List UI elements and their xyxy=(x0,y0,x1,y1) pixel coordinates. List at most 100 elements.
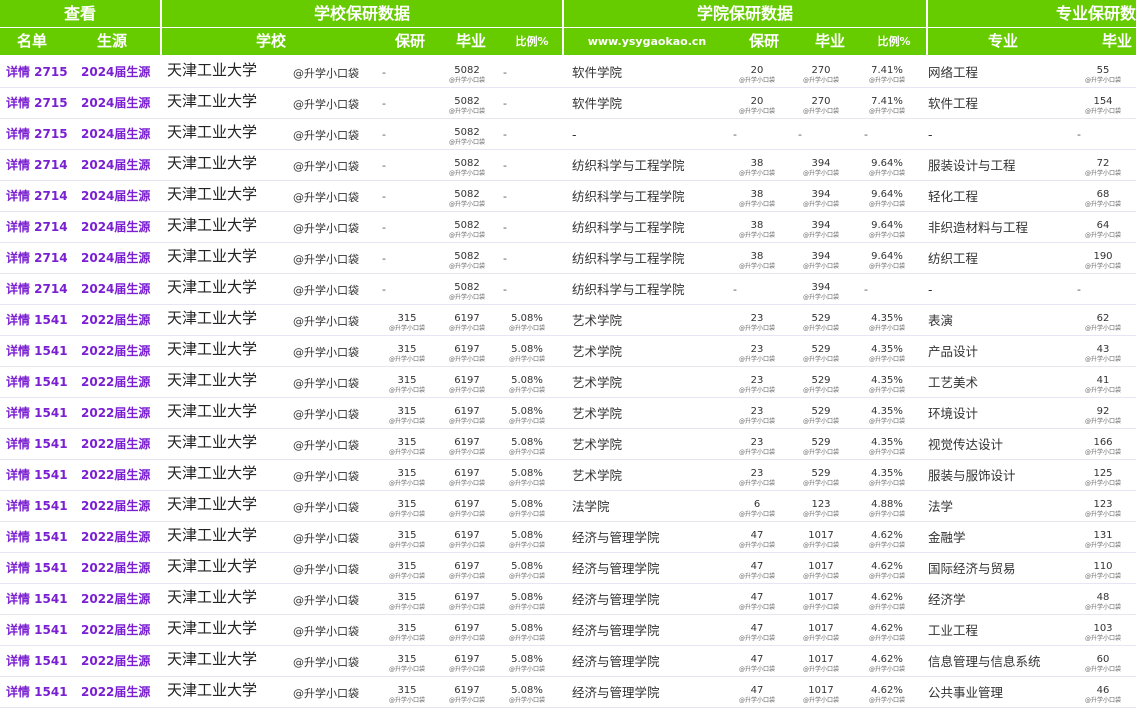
school-ratio: - xyxy=(503,159,507,172)
detail-link[interactable]: 详情 2714 xyxy=(6,212,68,243)
school-baoyan-value: 315 xyxy=(397,468,417,479)
detail-link[interactable]: 详情 2715 xyxy=(6,88,68,119)
college-ratio: 9.64% @升学小口袋 xyxy=(860,251,914,273)
college-ratio-value: 4.35% xyxy=(871,313,903,324)
college-grad: 529 @升学小口袋 xyxy=(794,375,848,397)
detail-link[interactable]: 详情 1541 xyxy=(6,367,68,398)
watermark-small: @升学小口袋 xyxy=(738,480,775,487)
major-grad: 103 @升学小口袋 xyxy=(1076,623,1130,645)
detail-link[interactable]: 详情 1541 xyxy=(6,429,68,460)
major-name: 纺织工程 xyxy=(928,251,979,266)
school-grad-value: 5082 xyxy=(454,220,480,231)
major-name: 视觉传达设计 xyxy=(928,437,1004,452)
school-baoyan: 315 @升学小口袋 xyxy=(380,468,434,490)
watermark-small: @升学小口袋 xyxy=(508,511,545,518)
cohort-link[interactable]: 2022届生源 xyxy=(81,615,150,646)
watermark-small: @升学小口袋 xyxy=(868,449,905,456)
detail-link[interactable]: 详情 2714 xyxy=(6,274,68,305)
school-name: 天津工业大学 xyxy=(167,619,258,637)
major-grad: 92 @升学小口袋 xyxy=(1076,406,1130,428)
college-ratio-value: 7.41% xyxy=(871,65,903,76)
cohort-link[interactable]: 2022届生源 xyxy=(81,646,150,677)
college-grad-value: 529 xyxy=(811,406,831,417)
cohort-link[interactable]: 2022届生源 xyxy=(81,491,150,522)
college-baoyan: 23 @升学小口袋 xyxy=(730,313,784,335)
table-row: 详情 1541 2022届生源 天津工业大学 @升学小口袋 315 @升学小口袋 6197 @… xyxy=(0,336,1136,367)
major-grad: 154 @升学小口袋 xyxy=(1076,96,1130,118)
detail-link[interactable]: 详情 1541 xyxy=(6,460,68,491)
cohort-link[interactable]: 2024届生源 xyxy=(81,181,150,212)
cohort-link[interactable]: 2024届生源 xyxy=(81,212,150,243)
detail-link[interactable]: 详情 1541 xyxy=(6,677,68,708)
cohort-link[interactable]: 2022届生源 xyxy=(81,336,150,367)
school-baoyan-value: 315 xyxy=(397,437,417,448)
cohort-link[interactable]: 2022届生源 xyxy=(81,522,150,553)
cohort-link[interactable]: 2024届生源 xyxy=(81,57,150,88)
detail-link[interactable]: 详情 1541 xyxy=(6,491,68,522)
detail-link[interactable]: 详情 1541 xyxy=(6,553,68,584)
detail-link[interactable]: 详情 1541 xyxy=(6,305,68,336)
school-grad-value: 6197 xyxy=(454,530,480,541)
major-grad: 55 @升学小口袋 xyxy=(1076,65,1130,87)
major-grad-value: 190 xyxy=(1093,251,1113,262)
detail-link[interactable]: 详情 1541 xyxy=(6,522,68,553)
cohort-link[interactable]: 2022届生源 xyxy=(81,305,150,336)
detail-link[interactable]: 详情 2715 xyxy=(6,57,68,88)
watermark-small: @升学小口袋 xyxy=(448,635,485,642)
detail-link[interactable]: 详情 1541 xyxy=(6,336,68,367)
watermark-small: @升学小口袋 xyxy=(738,604,775,611)
watermark: @升学小口袋 xyxy=(293,315,359,328)
detail-link[interactable]: 详情 2714 xyxy=(6,243,68,274)
col-cohort: 生源 xyxy=(64,28,160,55)
major-grad-value: 131 xyxy=(1093,530,1113,541)
college-ratio-value: 9.64% xyxy=(871,251,903,262)
detail-link[interactable]: 详情 1541 xyxy=(6,615,68,646)
cohort-link[interactable]: 2022届生源 xyxy=(81,398,150,429)
detail-link[interactable]: 详情 2714 xyxy=(6,150,68,181)
watermark-small: @升学小口袋 xyxy=(508,325,545,332)
watermark-small: @升学小口袋 xyxy=(448,542,485,549)
college-grad-value: 1017 xyxy=(808,561,834,572)
detail-link[interactable]: 详情 1541 xyxy=(6,398,68,429)
school-baoyan: - xyxy=(382,66,386,79)
cohort-link[interactable]: 2024届生源 xyxy=(81,119,150,150)
school-grad-value: 5082 xyxy=(454,65,480,76)
cohort-link[interactable]: 2022届生源 xyxy=(81,584,150,615)
major-name: 国际经济与贸易 xyxy=(928,561,1016,576)
cohort-link[interactable]: 2024届生源 xyxy=(81,243,150,274)
cohort-link[interactable]: 2022届生源 xyxy=(81,553,150,584)
cohort-link[interactable]: 2022届生源 xyxy=(81,429,150,460)
school-ratio-value: 5.08% xyxy=(511,654,543,665)
cohort-link[interactable]: 2024届生源 xyxy=(81,150,150,181)
watermark-small: @升学小口袋 xyxy=(802,511,839,518)
watermark: @升学小口袋 xyxy=(293,470,359,483)
cohort-link[interactable]: 2024届生源 xyxy=(81,274,150,305)
college-baoyan-value: 23 xyxy=(750,406,764,417)
college-grad: 529 @升学小口袋 xyxy=(794,344,848,366)
detail-link[interactable]: 详情 1541 xyxy=(6,646,68,677)
college-ratio-value: 7.41% xyxy=(871,96,903,107)
cohort-link[interactable]: 2022届生源 xyxy=(81,677,150,708)
watermark-small: @升学小口袋 xyxy=(1084,573,1121,580)
detail-link[interactable]: 详情 2715 xyxy=(6,119,68,150)
major-grad-value: 41 xyxy=(1096,375,1110,386)
school-name: 天津工业大学 xyxy=(167,588,258,606)
table-row: 详情 1541 2022届生源 天津工业大学 @升学小口袋 315 @升学小口袋 6197 @… xyxy=(0,398,1136,429)
watermark-small: @升学小口袋 xyxy=(738,418,775,425)
cohort-link[interactable]: 2022届生源 xyxy=(81,367,150,398)
detail-link[interactable]: 详情 1541 xyxy=(6,584,68,615)
cohort-link[interactable]: 2022届生源 xyxy=(81,460,150,491)
detail-link[interactable]: 详情 2714 xyxy=(6,181,68,212)
watermark-small: @升学小口袋 xyxy=(1084,201,1121,208)
college-grad-value: 270 xyxy=(811,65,831,76)
cohort-link[interactable]: 2024届生源 xyxy=(81,88,150,119)
major-name: 轻化工程 xyxy=(928,189,979,204)
college-name: 纺织科学与工程学院 xyxy=(572,158,685,173)
school-ratio: - xyxy=(503,283,507,296)
college-grad-value: 394 xyxy=(811,251,831,262)
watermark-small: @升学小口袋 xyxy=(1084,418,1121,425)
college-grad-value: 123 xyxy=(811,499,831,510)
watermark-small: @升学小口袋 xyxy=(868,511,905,518)
school-ratio-value: 5.08% xyxy=(511,592,543,603)
watermark-small: @升学小口袋 xyxy=(448,77,485,84)
